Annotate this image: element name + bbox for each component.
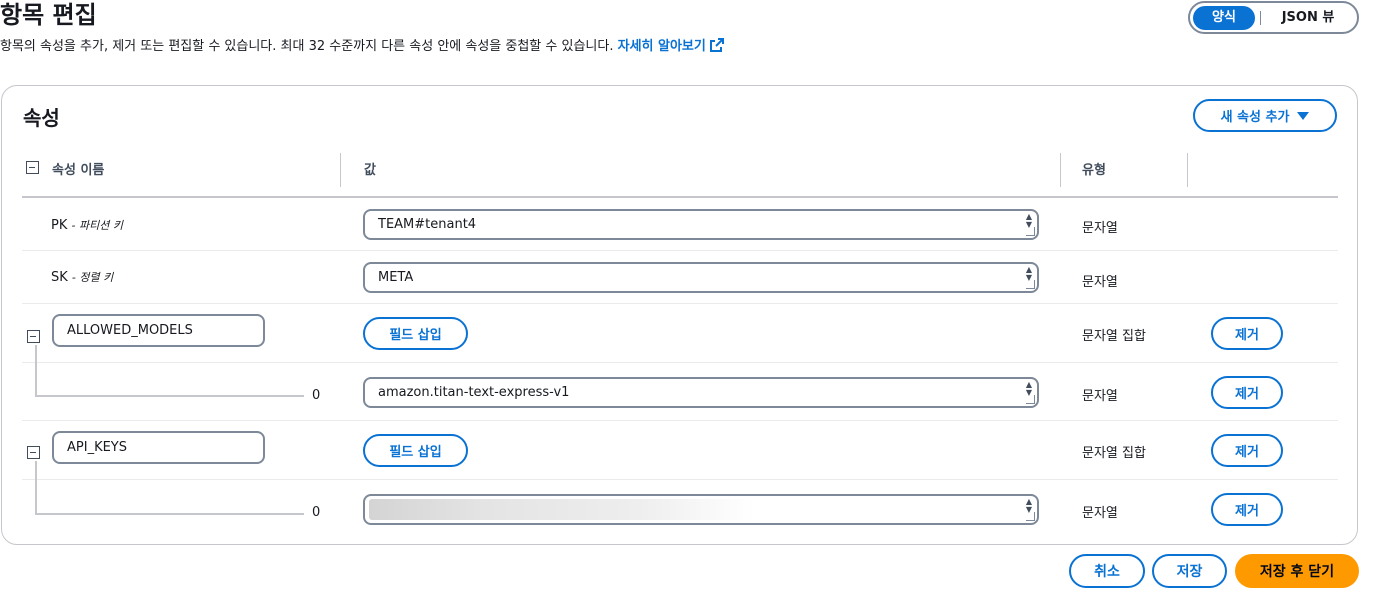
row-divider <box>22 420 1338 421</box>
col-header-name: 속성 이름 <box>52 163 105 178</box>
allowed-models-remove-button[interactable]: 제거 <box>1211 317 1283 350</box>
save-button[interactable]: 저장 <box>1152 554 1227 588</box>
api-keys-name-input[interactable]: API_KEYS <box>52 431 265 464</box>
allowed-models-item-remove-button[interactable]: 제거 <box>1211 376 1283 409</box>
learn-more-link[interactable]: 자세히 알아보기 <box>617 38 724 54</box>
tree-line <box>35 461 37 514</box>
add-attribute-label: 새 속성 추가 <box>1220 110 1290 125</box>
add-attribute-button[interactable]: 새 속성 추가 <box>1193 99 1337 132</box>
caret-down-icon <box>1297 111 1310 120</box>
collapse-all-icon[interactable] <box>26 161 39 174</box>
api-keys-name: API_KEYS <box>67 440 127 455</box>
resize-handle-icon[interactable] <box>1026 512 1035 521</box>
resize-handle-icon[interactable] <box>1026 227 1035 236</box>
col-header-type: 유형 <box>1082 163 1106 178</box>
learn-more-label: 자세히 알아보기 <box>617 39 706 54</box>
allowed-models-item-value-input[interactable]: amazon.titan-text-express-v1 ▲ ▼ <box>363 377 1039 408</box>
col-header-value: 값 <box>364 163 376 178</box>
attributes-title: 속성 <box>23 106 60 130</box>
resize-handle-icon[interactable] <box>1026 280 1035 289</box>
col-divider <box>340 153 341 187</box>
tree-line <box>35 345 37 396</box>
pk-label: PK - 파티션 키 <box>51 217 123 233</box>
attributes-panel: 속성 새 속성 추가 속성 이름 값 유형 PK - 파티션 키 TEAM#te… <box>1 85 1358 545</box>
allowed-models-insert-field-button[interactable]: 필드 삽입 <box>363 317 468 350</box>
collapse-allowed-models-icon[interactable] <box>27 330 40 343</box>
row-divider <box>22 303 1338 304</box>
json-view-tab[interactable]: JSON 뷰 <box>1266 6 1350 30</box>
resize-handle-icon[interactable] <box>1026 395 1035 404</box>
collapse-api-keys-icon[interactable] <box>27 446 40 459</box>
col-divider <box>1060 153 1061 187</box>
pk-hint: - 파티션 키 <box>71 219 123 232</box>
api-keys-item-value-input[interactable]: ▲ ▼ <box>363 494 1039 525</box>
sk-type: 문자열 <box>1082 275 1118 290</box>
allowed-models-name: ALLOWED_MODELS <box>67 323 193 338</box>
tree-line <box>35 513 304 515</box>
view-mode-toggle: 양식 JSON 뷰 <box>1188 1 1359 34</box>
col-divider <box>1187 153 1188 187</box>
sk-hint: - 정렬 키 <box>71 271 114 284</box>
allowed-models-item-index: 0 <box>312 388 321 403</box>
toggle-divider <box>1260 11 1261 25</box>
sk-value: META <box>378 270 414 285</box>
allowed-models-name-input[interactable]: ALLOWED_MODELS <box>52 314 265 347</box>
tree-line <box>35 395 304 397</box>
api-keys-insert-field-button[interactable]: 필드 삽입 <box>363 434 468 467</box>
allowed-models-type: 문자열 집합 <box>1082 329 1146 344</box>
description-text: 항목의 속성을 추가, 제거 또는 편집할 수 있습니다. 최대 32 수준까지… <box>0 39 614 54</box>
api-keys-item-remove-button[interactable]: 제거 <box>1211 493 1283 526</box>
row-divider <box>22 362 1338 363</box>
allowed-models-item-type: 문자열 <box>1082 389 1118 404</box>
pk-value-input[interactable]: TEAM#tenant4 ▲ ▼ <box>363 209 1039 240</box>
row-divider <box>22 250 1338 251</box>
pk-name: PK <box>51 218 68 233</box>
row-divider <box>22 479 1338 480</box>
external-link-icon <box>709 38 724 52</box>
api-keys-remove-button[interactable]: 제거 <box>1211 434 1283 467</box>
page-description: 항목의 속성을 추가, 제거 또는 편집할 수 있습니다. 최대 32 수준까지… <box>0 38 724 56</box>
sk-value-input[interactable]: META ▲ ▼ <box>363 262 1039 293</box>
api-keys-type: 문자열 집합 <box>1082 446 1146 461</box>
header-divider <box>22 196 1338 198</box>
redacted-value <box>369 499 754 520</box>
form-mode-tab[interactable]: 양식 <box>1193 6 1255 30</box>
save-and-close-button[interactable]: 저장 후 닫기 <box>1235 554 1359 588</box>
pk-type: 문자열 <box>1082 221 1118 236</box>
sk-name: SK <box>51 270 68 285</box>
page-title: 항목 편집 <box>0 1 97 29</box>
sk-label: SK - 정렬 키 <box>51 269 113 285</box>
api-keys-item-index: 0 <box>312 505 321 520</box>
allowed-models-item-value: amazon.titan-text-express-v1 <box>378 385 570 400</box>
pk-value: TEAM#tenant4 <box>378 217 477 232</box>
api-keys-item-type: 문자열 <box>1082 506 1118 521</box>
cancel-button[interactable]: 취소 <box>1069 554 1145 588</box>
